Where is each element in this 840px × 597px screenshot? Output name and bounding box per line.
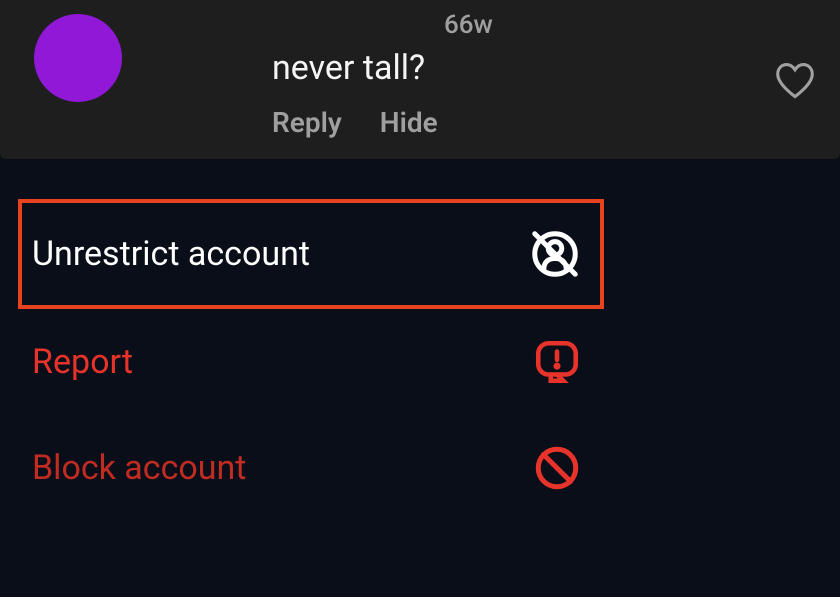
- unrestrict-account-button[interactable]: Unrestrict account: [18, 199, 604, 309]
- unrestrict-label: Unrestrict account: [32, 234, 310, 274]
- hide-button[interactable]: Hide: [380, 106, 438, 139]
- comment-text: never tall?: [272, 48, 820, 88]
- block-icon: [532, 443, 582, 493]
- report-icon: [532, 337, 582, 387]
- like-button[interactable]: [774, 62, 816, 100]
- report-label: Report: [32, 342, 133, 382]
- comment-actions: Reply Hide: [272, 106, 820, 139]
- comment-row: 66w never tall? Reply Hide: [0, 0, 840, 159]
- comment-timestamp: 66w: [444, 10, 820, 40]
- heart-icon: [774, 62, 816, 100]
- avatar[interactable]: [34, 14, 122, 102]
- unrestrict-icon: [528, 227, 582, 281]
- action-menu: Unrestrict account Report Block account: [18, 199, 604, 521]
- block-account-button[interactable]: Block account: [18, 415, 604, 521]
- report-button[interactable]: Report: [18, 309, 604, 415]
- comment-content: 66w never tall? Reply Hide: [150, 12, 820, 139]
- block-label: Block account: [32, 448, 246, 488]
- reply-button[interactable]: Reply: [272, 106, 342, 139]
